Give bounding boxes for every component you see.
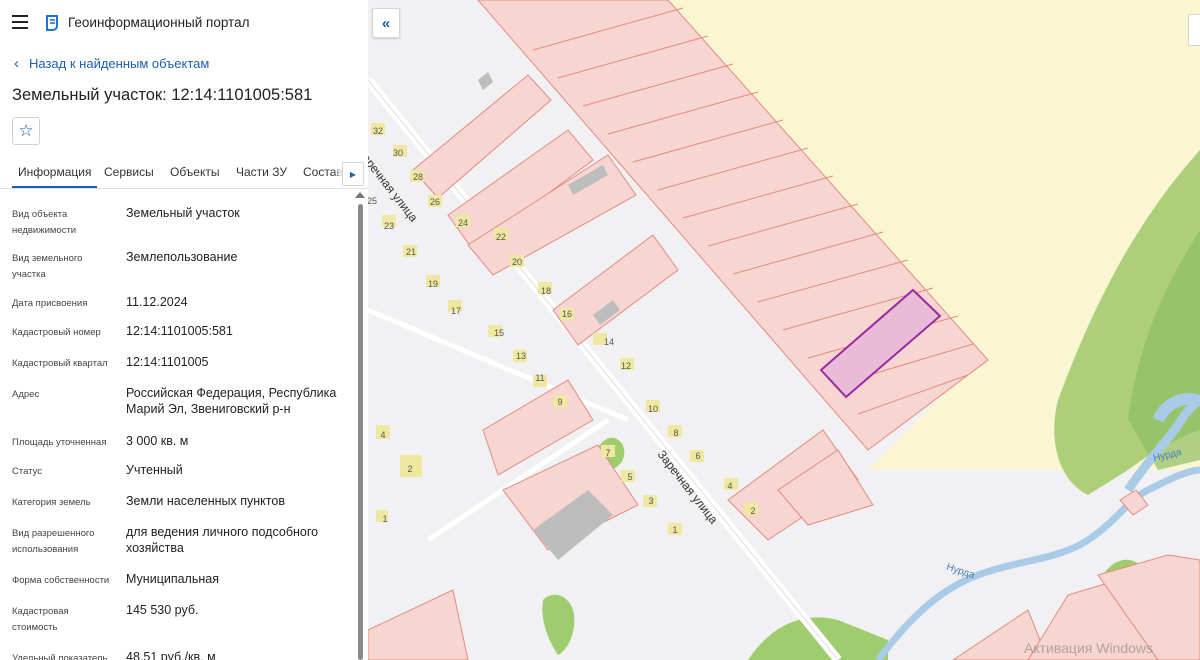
info-label: Вид объекта недвижимости — [12, 209, 77, 236]
svg-text:14: 14 — [604, 337, 614, 347]
svg-text:25: 25 — [368, 196, 377, 206]
star-icon: ☆ — [18, 121, 34, 140]
svg-text:32: 32 — [373, 126, 383, 136]
svg-text:24: 24 — [458, 218, 468, 228]
svg-text:9: 9 — [557, 397, 562, 407]
info-label: Дата присвоения — [12, 298, 88, 309]
svg-text:30: 30 — [393, 148, 403, 158]
info-value: 3 000 кв. м — [126, 434, 189, 448]
svg-text:4: 4 — [727, 481, 732, 491]
top-bar: Геоинформационный портал — [0, 0, 368, 46]
info-value: Муниципальная — [126, 572, 219, 586]
info-panel: Геоинформационный портал ‹ Назад к найде… — [0, 0, 369, 660]
tab-objects[interactable]: Объекты — [170, 165, 220, 179]
windows-activation-watermark: Активация Windows — [1024, 640, 1154, 656]
tabs-scroll-right-button[interactable]: ▶ — [342, 162, 364, 186]
svg-text:2: 2 — [407, 464, 412, 474]
info-label: Адрес — [12, 389, 40, 400]
svg-text:3: 3 — [648, 496, 653, 506]
tab-composition[interactable]: Состав — [303, 165, 343, 179]
svg-text:17: 17 — [451, 306, 461, 316]
info-value: Российская Федерация, Республика Марий Э… — [126, 386, 337, 416]
favorite-button[interactable]: ☆ — [12, 117, 40, 145]
svg-text:6: 6 — [695, 451, 700, 461]
tab-parts[interactable]: Части ЗУ — [236, 165, 287, 179]
info-value: 145 530 руб. — [126, 603, 199, 617]
svg-text:19: 19 — [428, 279, 438, 289]
svg-text:8: 8 — [673, 428, 678, 438]
svg-text:1: 1 — [672, 525, 677, 535]
tab-information[interactable]: Информация — [11, 165, 99, 188]
info-value: 48,51 руб./кв. м — [126, 650, 216, 660]
info-label: Форма собственности — [12, 575, 110, 586]
svg-text:4: 4 — [380, 430, 385, 440]
info-label: Кадастровый квартал — [12, 358, 108, 369]
info-value: для ведения личного подсобного хозяйства — [126, 525, 319, 555]
scroll-up-arrow[interactable] — [355, 192, 365, 198]
hamburger-icon[interactable] — [12, 15, 28, 29]
info-value: 11.12.2024 — [126, 295, 188, 309]
chevron-right-icon: ▶ — [349, 169, 357, 179]
map-control-button[interactable] — [1188, 14, 1200, 46]
svg-text:28: 28 — [413, 172, 423, 182]
svg-text:20: 20 — [512, 257, 522, 267]
info-label: Кадастровый номер — [12, 327, 101, 338]
svg-text:1: 1 — [382, 514, 387, 524]
info-label: Вид земельного участка — [12, 253, 83, 280]
svg-text:15: 15 — [494, 328, 504, 338]
info-label: Категория земель — [12, 497, 91, 508]
info-label: Кадастровая стоимость — [12, 606, 69, 633]
info-value: Учтенный — [126, 463, 183, 477]
svg-text:10: 10 — [648, 404, 658, 414]
info-value: Земли населенных пунктов — [126, 494, 285, 508]
info-label: Вид разрешенного использования — [12, 528, 95, 555]
collapse-panel-button[interactable]: « — [372, 8, 400, 38]
svg-text:23: 23 — [384, 221, 394, 231]
scrollbar-thumb[interactable] — [358, 204, 363, 660]
info-value: 12:14:1101005:581 — [126, 324, 233, 338]
info-value: 12:14:1101005 — [126, 355, 209, 369]
back-link-label: Назад к найденным объектам — [29, 56, 210, 71]
svg-text:18: 18 — [541, 286, 551, 296]
svg-text:13: 13 — [516, 351, 526, 361]
svg-text:11: 11 — [535, 373, 544, 383]
svg-text:26: 26 — [430, 197, 440, 207]
svg-text:22: 22 — [496, 232, 506, 242]
chevron-left-icon: ‹ — [14, 54, 19, 72]
info-value: Землепользование — [126, 250, 238, 264]
svg-text:16: 16 — [562, 309, 572, 319]
info-value: Земельный участок — [126, 206, 240, 220]
info-label: Площадь уточненная — [12, 437, 107, 448]
info-label: Удельный показатель — [12, 653, 108, 660]
svg-text:5: 5 — [627, 472, 632, 482]
app-title: Геоинформационный портал — [68, 15, 250, 30]
map-view[interactable]: 32 30 28 26 25 24 23 22 21 20 19 18 17 16 15 14 13 1… — [368, 0, 1200, 660]
svg-text:7: 7 — [605, 448, 610, 458]
double-chevron-left-icon: « — [381, 14, 391, 32]
svg-text:2: 2 — [750, 506, 755, 516]
info-label: Статус — [12, 466, 43, 477]
page-title: Земельный участок: 12:14:1101005:581 — [12, 86, 313, 104]
back-to-results-link[interactable]: ‹ Назад к найденным объектам — [14, 54, 210, 72]
tab-bar: Информация Сервисы Объекты Части ЗУ Сост… — [0, 158, 368, 189]
svg-text:21: 21 — [406, 247, 416, 257]
map-canvas[interactable]: 323028 262524 232221 201918 17 1615 14131… — [368, 0, 1200, 660]
svg-text:12: 12 — [621, 361, 631, 371]
tab-services[interactable]: Сервисы — [104, 165, 154, 179]
portal-logo-icon — [44, 14, 60, 37]
